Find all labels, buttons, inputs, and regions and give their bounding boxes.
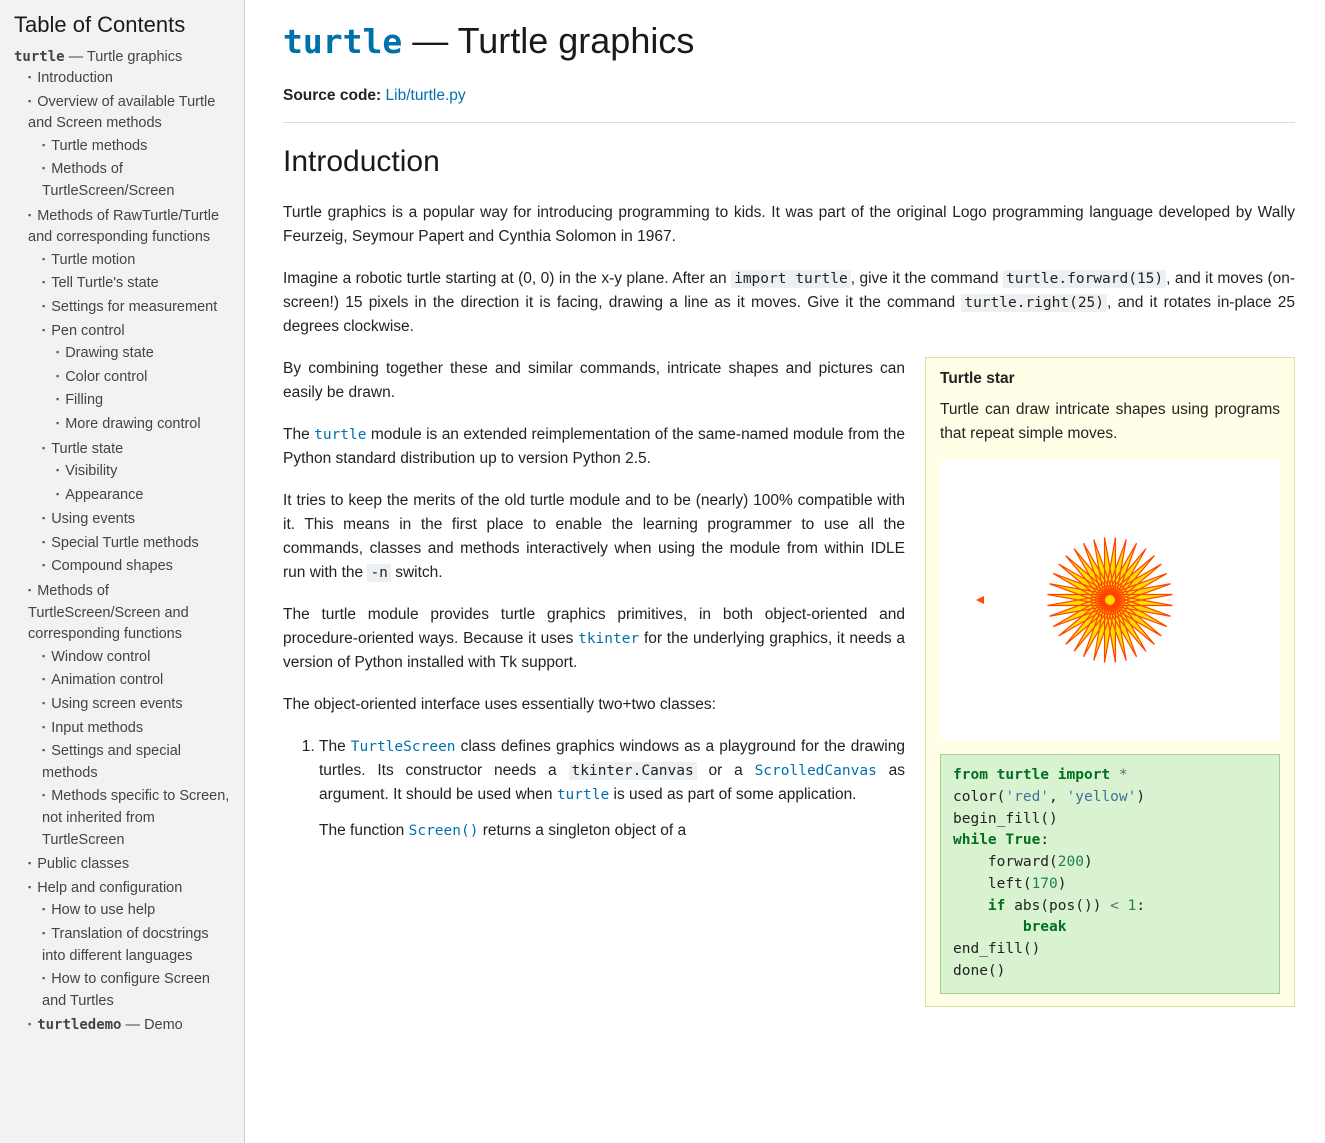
toc-root-mod: turtle: [14, 49, 65, 65]
toc-link[interactable]: Using screen events: [51, 696, 182, 712]
toc-link[interactable]: Filling: [65, 392, 103, 408]
collapse-sidebar-icon[interactable]: «: [244, 480, 245, 494]
toc-link[interactable]: Turtle methods: [51, 138, 147, 154]
aside-title: Turtle star: [940, 370, 1280, 388]
toc-link[interactable]: Settings and special methods: [42, 743, 181, 781]
toc-root-link[interactable]: turtle — Turtle graphics: [14, 49, 182, 65]
page-title: turtle — Turtle graphics: [283, 20, 1295, 62]
toc-link[interactable]: Methods specific to Screen, not inherite…: [42, 788, 229, 847]
class-list-item-1: The TurtleScreen class defines graphics …: [319, 735, 905, 843]
intro-p3: By combining together these and similar …: [283, 357, 905, 405]
code-block: from turtle import * color('red', 'yello…: [940, 754, 1280, 994]
toc-link[interactable]: Appearance: [65, 487, 143, 503]
source-link[interactable]: Lib/turtle.py: [386, 87, 466, 104]
toc-link[interactable]: Drawing state: [65, 345, 154, 361]
turtle-arrow-icon: [976, 596, 984, 604]
divider: [283, 122, 1295, 123]
toc-link[interactable]: Turtle state: [51, 441, 123, 457]
toc-link[interactable]: Tell Turtle's state: [51, 275, 159, 291]
code-n-switch: -n: [367, 564, 390, 582]
toc-link[interactable]: Overview of available Turtle and Screen …: [28, 94, 215, 132]
title-mod: turtle: [283, 22, 402, 61]
toc-link[interactable]: Methods of TurtleScreen/Screen: [42, 161, 174, 199]
toc-heading: Table of Contents: [14, 12, 234, 38]
toc-link[interactable]: Compound shapes: [51, 558, 173, 574]
toc-link[interactable]: Translation of docstrings into different…: [42, 926, 209, 964]
code-import: import turtle: [731, 270, 851, 288]
turtle-star-aside: Turtle star Turtle can draw intricate sh…: [925, 357, 1295, 1007]
code-forward: turtle.forward(15): [1003, 270, 1166, 288]
turtle-star-image: [940, 460, 1280, 740]
code-turtle-mod[interactable]: turtle: [314, 427, 366, 443]
intro-p6: The turtle module provides turtle graphi…: [283, 603, 905, 675]
toc-link[interactable]: Methods of RawTurtle/Turtle and correspo…: [28, 208, 219, 246]
intro-p7: The object-oriented interface uses essen…: [283, 693, 905, 717]
toc-link[interactable]: Special Turtle methods: [51, 535, 199, 551]
code-turtle2[interactable]: turtle: [557, 787, 609, 803]
intro-p4: The turtle module is an extended reimple…: [283, 423, 905, 471]
toc-link[interactable]: Visibility: [65, 463, 117, 479]
toc-link[interactable]: Input methods: [51, 720, 143, 736]
toc-link[interactable]: Animation control: [51, 672, 163, 688]
code-scrolledcanvas[interactable]: ScrolledCanvas: [755, 763, 877, 779]
main-content: turtle — Turtle graphics Source code: Li…: [245, 0, 1325, 1143]
toc-link[interactable]: Using events: [51, 511, 135, 527]
intro-p2: Imagine a robotic turtle starting at (0,…: [283, 267, 1295, 339]
toc-link[interactable]: Settings for measurement: [51, 299, 217, 315]
intro-p5: It tries to keep the merits of the old t…: [283, 489, 905, 585]
code-tkinter[interactable]: tkinter: [578, 631, 639, 647]
toc-link[interactable]: Pen control: [51, 323, 124, 339]
toc-link[interactable]: Methods of TurtleScreen/Screen and corre…: [28, 583, 189, 642]
toc-link[interactable]: Help and configuration: [37, 880, 182, 896]
code-canvas: tkinter.Canvas: [569, 762, 697, 780]
toc-link[interactable]: Window control: [51, 649, 150, 665]
intro-p1: Turtle graphics is a popular way for int…: [283, 201, 1295, 249]
toc-link[interactable]: How to use help: [51, 902, 155, 918]
source-code-line: Source code: Lib/turtle.py: [283, 84, 1295, 108]
toc-link[interactable]: Color control: [65, 369, 147, 385]
aside-text: Turtle can draw intricate shapes using p…: [940, 398, 1280, 446]
source-label: Source code:: [283, 87, 381, 104]
toc-link[interactable]: Introduction: [37, 70, 113, 86]
toc-demo-link[interactable]: turtledemo — Demo: [37, 1017, 183, 1033]
intro-heading: Introduction: [283, 145, 1295, 179]
toc-demo-mod: turtledemo: [37, 1017, 121, 1033]
toc-link[interactable]: How to configure Screen and Turtles: [42, 971, 210, 1009]
toc-link[interactable]: Public classes: [37, 856, 129, 872]
code-screen-fn[interactable]: Screen(): [409, 823, 479, 839]
code-right: turtle.right(25): [961, 294, 1107, 312]
toc-link[interactable]: Turtle motion: [51, 252, 135, 268]
code-turtlescreen[interactable]: TurtleScreen: [351, 739, 456, 755]
toc-link[interactable]: More drawing control: [65, 416, 200, 432]
toc-sidebar: « Table of Contents turtle — Turtle grap…: [0, 0, 245, 1143]
